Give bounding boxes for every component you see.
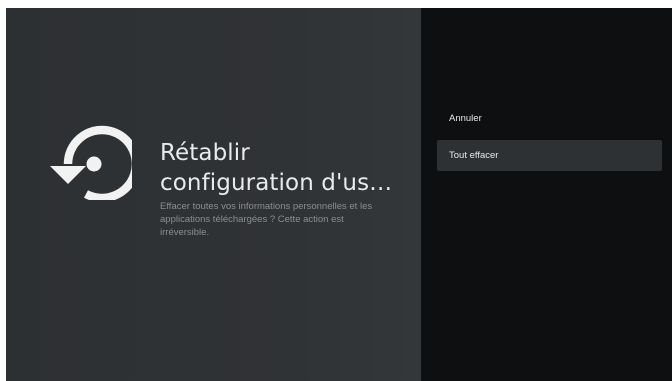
info-panel: Rétablir configuration d'us… Effacer tou… — [6, 8, 421, 381]
title-line-2: configuration d'us… — [160, 170, 393, 196]
factory-reset-screen: Rétablir configuration d'us… Effacer tou… — [6, 8, 672, 381]
cancel-button[interactable]: Annuler — [437, 103, 662, 134]
actions-panel: Annuler Tout effacer — [421, 8, 672, 381]
page-title: Rétablir configuration d'us… — [160, 138, 400, 198]
erase-all-button[interactable]: Tout effacer — [437, 140, 662, 171]
title-line-1: Rétablir — [160, 140, 250, 166]
description-text: Effacer toutes vos informations personne… — [160, 201, 373, 238]
restore-icon — [50, 125, 132, 200]
